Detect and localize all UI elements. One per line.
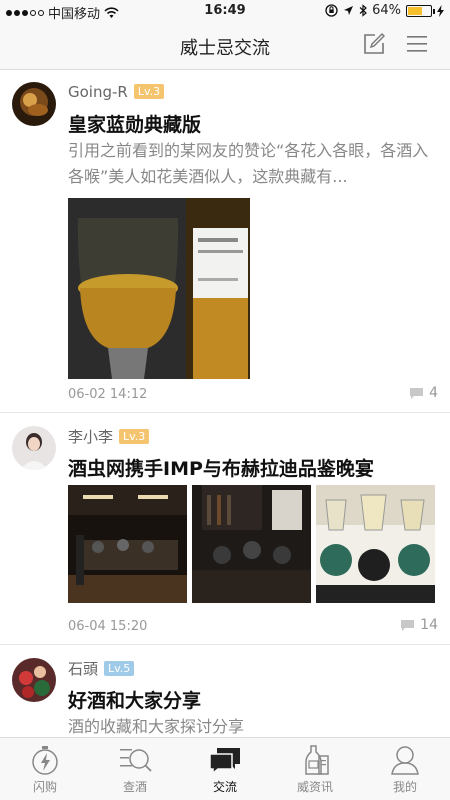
comment-icon: [401, 619, 415, 631]
post-image[interactable]: [68, 198, 250, 379]
post-excerpt[interactable]: 引用之前看到的某网友的赞论“各花入各眼，各酒入各喉”美人如花美酒似人，这款典藏有…: [68, 138, 432, 190]
post-title[interactable]: 好酒和大家分享: [68, 686, 201, 713]
news-icon: [305, 745, 329, 775]
tab-news[interactable]: 威资讯: [270, 738, 360, 800]
post-time: 06-02 14:12: [68, 387, 148, 402]
chat-icon: [209, 748, 240, 775]
username-row: Going-R Lv.3: [68, 83, 165, 101]
comment-count[interactable]: 14: [400, 617, 438, 633]
level-badge: Lv.3: [119, 429, 150, 444]
battery-icon: [406, 4, 435, 17]
tab-search-wine[interactable]: 查酒: [90, 738, 180, 800]
post-excerpt[interactable]: 酒的收藏和大家探讨分享: [68, 714, 432, 737]
post-feed[interactable]: Going-R Lv.3 皇家蓝勋典藏版 引用之前看到的某网友的赞论“各花入各眼，…: [0, 70, 450, 737]
comment-count-value: 14: [420, 617, 438, 633]
username[interactable]: 李小李: [68, 428, 113, 446]
status-bar: 中国移动 16:49 64%: [0, 0, 450, 22]
username-row: 李小李 Lv.3: [68, 426, 150, 447]
post-image[interactable]: [68, 485, 187, 603]
comment-icon: [410, 387, 424, 399]
avatar[interactable]: [12, 82, 56, 126]
charging-icon: [437, 4, 444, 17]
post-title[interactable]: 酒虫网携手IMP与布赫拉迪品鉴晚宴: [68, 454, 374, 481]
profile-icon: [391, 746, 419, 775]
location-icon: [344, 6, 354, 15]
tab-label: 查酒: [122, 780, 147, 794]
rotation-lock-icon: [325, 4, 338, 17]
tab-label: 交流: [212, 780, 237, 794]
username[interactable]: 石頭: [68, 660, 98, 678]
comment-count[interactable]: 4: [409, 385, 438, 401]
level-badge: Lv.5: [104, 661, 135, 676]
comment-count-value: 4: [429, 385, 438, 401]
tab-label: 闪购: [32, 780, 57, 794]
tab-label: 威资讯: [296, 780, 333, 794]
post-time: 06-04 15:20: [68, 619, 148, 634]
battery-percent: 64%: [372, 3, 401, 18]
post-title[interactable]: 皇家蓝勋典藏版: [68, 110, 201, 137]
bluetooth-icon: [359, 4, 368, 17]
avatar[interactable]: [12, 426, 56, 470]
tab-bar: 闪购 查酒 交流 威资讯 我的: [0, 737, 450, 800]
avatar[interactable]: [12, 658, 56, 702]
post-images: [68, 485, 435, 603]
tab-label: 我的: [392, 780, 417, 794]
post-images: [68, 198, 250, 379]
tab-profile[interactable]: 我的: [360, 738, 450, 800]
search-wine-icon: [120, 749, 152, 772]
post-card[interactable]: 石頭 Lv.5 好酒和大家分享 酒的收藏和大家探讨分享: [0, 645, 450, 737]
username-row: 石頭 Lv.5: [68, 658, 135, 679]
post-card[interactable]: 李小李 Lv.3 酒虫网携手IMP与布赫拉迪品鉴晚宴 06-04 15:20 1…: [0, 413, 450, 645]
post-image[interactable]: [316, 485, 435, 603]
level-badge: Lv.3: [133, 84, 165, 99]
tab-flash-sale[interactable]: 闪购: [0, 738, 90, 800]
post-card[interactable]: Going-R Lv.3 皇家蓝勋典藏版 引用之前看到的某网友的赞论“各花入各眼，…: [0, 70, 450, 413]
nav-bar: 威士忌交流: [0, 22, 450, 70]
menu-icon[interactable]: [406, 35, 428, 53]
username[interactable]: Going-R: [68, 83, 128, 101]
compose-icon[interactable]: [363, 33, 385, 55]
flash-sale-icon: [32, 746, 58, 775]
status-right: 64%: [325, 3, 444, 18]
post-image[interactable]: [192, 485, 311, 603]
tab-chat[interactable]: 交流: [180, 738, 270, 800]
